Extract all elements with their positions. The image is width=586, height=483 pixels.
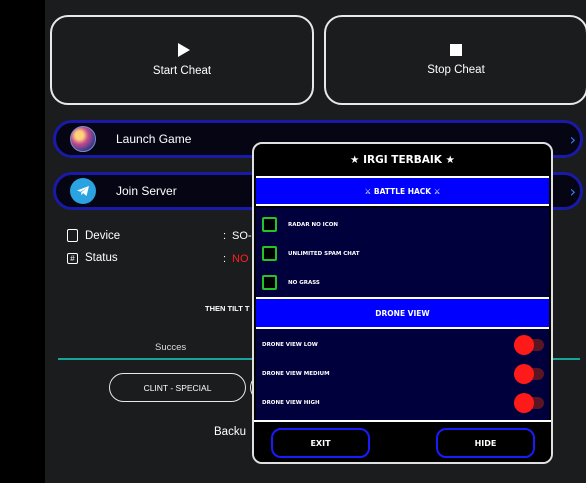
drone-view-section: DRONE VIEW LOW DRONE VIEW MEDIUM DRONE V… bbox=[256, 329, 549, 420]
hide-button[interactable]: HIDE bbox=[436, 428, 535, 458]
device-label: Device bbox=[85, 229, 121, 242]
clint-special-button[interactable]: CLINT - SPECIAL bbox=[109, 373, 246, 402]
status-colon: : bbox=[223, 253, 227, 265]
option-no-grass[interactable]: NO GRASS bbox=[262, 275, 320, 290]
join-server-label: Join Server bbox=[116, 184, 177, 198]
hash-icon: # bbox=[67, 252, 78, 264]
toggle-switch[interactable] bbox=[514, 364, 544, 384]
status-value: NO bbox=[232, 253, 249, 265]
checkbox[interactable] bbox=[262, 217, 277, 232]
toggle-knob bbox=[514, 393, 534, 413]
hint-text: THEN TILT T bbox=[205, 304, 250, 313]
device-row: Device bbox=[67, 229, 120, 242]
toggle-switch[interactable] bbox=[514, 335, 544, 355]
menu-footer: EXIT HIDE bbox=[254, 420, 551, 462]
start-cheat-label: Start Cheat bbox=[152, 65, 212, 77]
tab-succes[interactable]: Succes bbox=[155, 342, 186, 353]
menu-title: ★ IRGI TERBAIK ★ bbox=[350, 154, 455, 166]
option-radar-no-icon[interactable]: RADAR NO ICON bbox=[262, 217, 338, 232]
toggle-switch[interactable] bbox=[514, 393, 544, 413]
toggle-drone-view-medium[interactable]: DRONE VIEW MEDIUM bbox=[262, 364, 544, 384]
status-label: Status bbox=[85, 252, 118, 264]
battle-hack-section: RADAR NO ICON UNLIMITED SPAM CHAT NO GRA… bbox=[256, 208, 549, 297]
phone-icon bbox=[67, 229, 78, 242]
status-row: # Status bbox=[67, 252, 118, 264]
play-icon bbox=[177, 43, 190, 57]
option-label: NO GRASS bbox=[288, 279, 320, 286]
backup-label: Backu bbox=[214, 426, 246, 438]
launch-game-label: Launch Game bbox=[116, 132, 192, 146]
option-unlimited-spam-chat[interactable]: UNLIMITED SPAM CHAT bbox=[262, 246, 359, 261]
toggle-label: DRONE VIEW LOW bbox=[262, 342, 318, 348]
left-black-strip bbox=[0, 0, 45, 483]
drone-view-header: DRONE VIEW bbox=[256, 297, 549, 329]
option-label: RADAR NO ICON bbox=[288, 221, 339, 228]
start-cheat-button[interactable]: Start Cheat bbox=[50, 15, 314, 105]
cheat-menu-overlay: ★ IRGI TERBAIK ★ ⚔ BATTLE HACK ⚔ RADAR N… bbox=[252, 142, 553, 464]
toggle-label: DRONE VIEW MEDIUM bbox=[262, 371, 330, 377]
stop-cheat-button[interactable]: Stop Cheat bbox=[324, 15, 586, 105]
toggle-drone-view-low[interactable]: DRONE VIEW LOW bbox=[262, 335, 544, 355]
option-label: UNLIMITED SPAM CHAT bbox=[288, 250, 360, 257]
device-colon: : bbox=[223, 230, 227, 242]
toggle-knob bbox=[514, 364, 534, 384]
checkbox[interactable] bbox=[262, 246, 277, 261]
exit-button[interactable]: EXIT bbox=[271, 428, 370, 458]
stop-icon bbox=[450, 44, 462, 56]
toggle-drone-view-high[interactable]: DRONE VIEW HIGH bbox=[262, 393, 544, 413]
chevron-right-icon: › bbox=[569, 130, 576, 149]
telegram-icon bbox=[70, 178, 96, 204]
toggle-label: DRONE VIEW HIGH bbox=[262, 400, 320, 406]
stop-cheat-label: Stop Cheat bbox=[427, 64, 485, 76]
checkbox[interactable] bbox=[262, 275, 277, 290]
toggle-knob bbox=[514, 335, 534, 355]
game-icon bbox=[70, 126, 96, 152]
battle-hack-header: ⚔ BATTLE HACK ⚔ bbox=[256, 176, 549, 206]
chevron-right-icon: › bbox=[569, 182, 576, 201]
